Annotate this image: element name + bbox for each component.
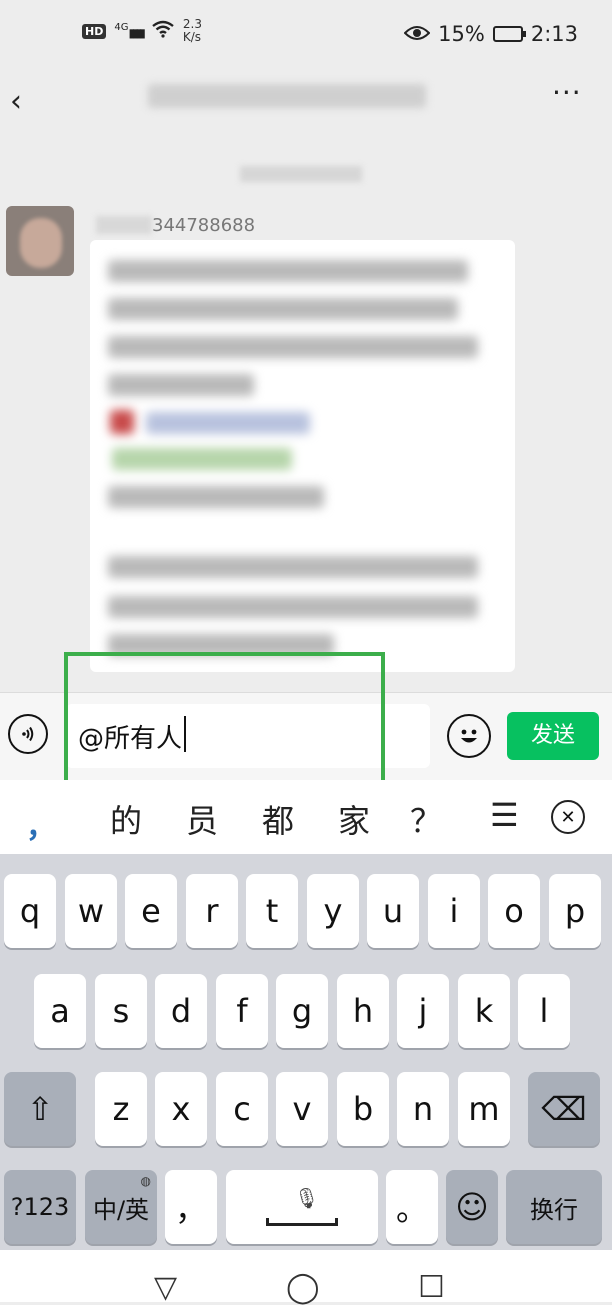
eye-icon xyxy=(403,22,431,46)
language-switch-label: 中/英 xyxy=(92,1195,150,1224)
key-w[interactable]: w xyxy=(65,874,117,948)
hd-icon: HD xyxy=(82,23,107,39)
key-o[interactable]: o xyxy=(488,874,540,948)
send-button[interactable]: 发送 xyxy=(507,712,599,760)
key-v[interactable]: v xyxy=(276,1072,328,1146)
numbers-key[interactable]: ?123 xyxy=(4,1170,76,1244)
key-y[interactable]: y xyxy=(307,874,359,948)
clock: 2:13 xyxy=(530,22,578,46)
nav-back-icon[interactable]: ▽ xyxy=(154,1270,177,1305)
key-r[interactable]: r xyxy=(186,874,238,948)
key-k[interactable]: k xyxy=(458,974,510,1048)
key-p[interactable]: p xyxy=(549,874,601,948)
battery-percent: 15% xyxy=(438,22,485,46)
status-right: 15% 2:13 xyxy=(403,22,578,46)
key-t[interactable]: t xyxy=(246,874,298,948)
period-key[interactable]: 。 xyxy=(386,1170,438,1244)
signal-icon: 4G▮▮▮▮ xyxy=(114,21,146,40)
candidate-item[interactable]: 的 xyxy=(110,796,142,842)
key-u[interactable]: u xyxy=(367,874,419,948)
voice-icon[interactable] xyxy=(8,714,48,754)
redacted-text-line xyxy=(108,486,324,508)
highlight-box xyxy=(64,652,385,788)
shift-key[interactable]: ⇧ xyxy=(4,1072,76,1146)
redacted-text-line xyxy=(108,298,458,320)
redacted-emoji-row xyxy=(112,448,292,470)
comma-key[interactable]: ， xyxy=(165,1170,217,1244)
redacted-text-line xyxy=(108,596,478,618)
space-icon xyxy=(266,1218,338,1226)
enter-key[interactable]: 换行 xyxy=(506,1170,602,1244)
redacted-text-line xyxy=(108,260,468,282)
key-j[interactable]: j xyxy=(397,974,449,1048)
key-m[interactable]: m xyxy=(458,1072,510,1146)
redacted-text-line xyxy=(108,556,478,578)
emoji-icon[interactable] xyxy=(447,714,491,758)
key-e[interactable]: e xyxy=(125,874,177,948)
space-key[interactable]: 🎙 xyxy=(226,1170,378,1244)
candidate-item[interactable]: 员 xyxy=(186,796,218,842)
message-bubble[interactable] xyxy=(90,240,515,672)
wifi-icon xyxy=(151,20,175,42)
globe-icon: ◍ xyxy=(140,1174,151,1188)
redacted-icon xyxy=(110,410,134,434)
key-s[interactable]: s xyxy=(95,974,147,1048)
nav-home-icon[interactable]: ◯ xyxy=(286,1270,320,1305)
language-switch-key[interactable]: 中/英 ◍ xyxy=(85,1170,157,1244)
nav-recent-icon[interactable]: ☐ xyxy=(418,1270,445,1305)
microphone-icon: 🎙 xyxy=(294,1186,320,1210)
delete-key[interactable]: ⌫ xyxy=(528,1072,600,1146)
avatar[interactable] xyxy=(6,206,74,276)
key-c[interactable]: c xyxy=(216,1072,268,1146)
candidate-item[interactable]: 都 xyxy=(262,796,294,842)
key-i[interactable]: i xyxy=(428,874,480,948)
redacted-text-line xyxy=(108,336,478,358)
key-q[interactable]: q xyxy=(4,874,56,948)
close-icon[interactable]: ✕ xyxy=(551,800,585,834)
candidate-bar xyxy=(0,780,612,854)
key-z[interactable]: z xyxy=(95,1072,147,1146)
candidate-comma[interactable]: ， xyxy=(26,802,56,846)
network-speed: 2.3 K/s xyxy=(182,17,202,44)
key-h[interactable]: h xyxy=(337,974,389,1048)
key-d[interactable]: d xyxy=(155,974,207,1048)
redacted-link xyxy=(146,412,310,434)
key-b[interactable]: b xyxy=(337,1072,389,1146)
key-l[interactable]: l xyxy=(518,974,570,1048)
emoji-key-icon[interactable]: ☺ xyxy=(446,1170,498,1244)
sender-name-redacted xyxy=(96,216,152,234)
key-f[interactable]: f xyxy=(216,974,268,1048)
candidate-more-icon[interactable]: ☰ xyxy=(490,796,519,834)
timestamp-redacted xyxy=(240,166,362,182)
candidate-item[interactable]: ？ xyxy=(410,796,442,842)
status-left: HD 4G▮▮▮▮ 2.3 K/s xyxy=(82,18,202,44)
more-icon[interactable]: ··· xyxy=(552,76,582,109)
key-x[interactable]: x xyxy=(155,1072,207,1146)
back-icon[interactable]: ‹ xyxy=(10,84,22,119)
candidate-item[interactable]: 家 xyxy=(338,796,370,842)
redacted-text-line xyxy=(108,374,254,396)
key-g[interactable]: g xyxy=(276,974,328,1048)
chat-title-redacted xyxy=(148,84,426,108)
battery-icon xyxy=(492,26,526,42)
key-a[interactable]: a xyxy=(34,974,86,1048)
avatar-face xyxy=(20,218,62,268)
sender-name: 344788688 xyxy=(152,215,256,236)
key-n[interactable]: n xyxy=(397,1072,449,1146)
